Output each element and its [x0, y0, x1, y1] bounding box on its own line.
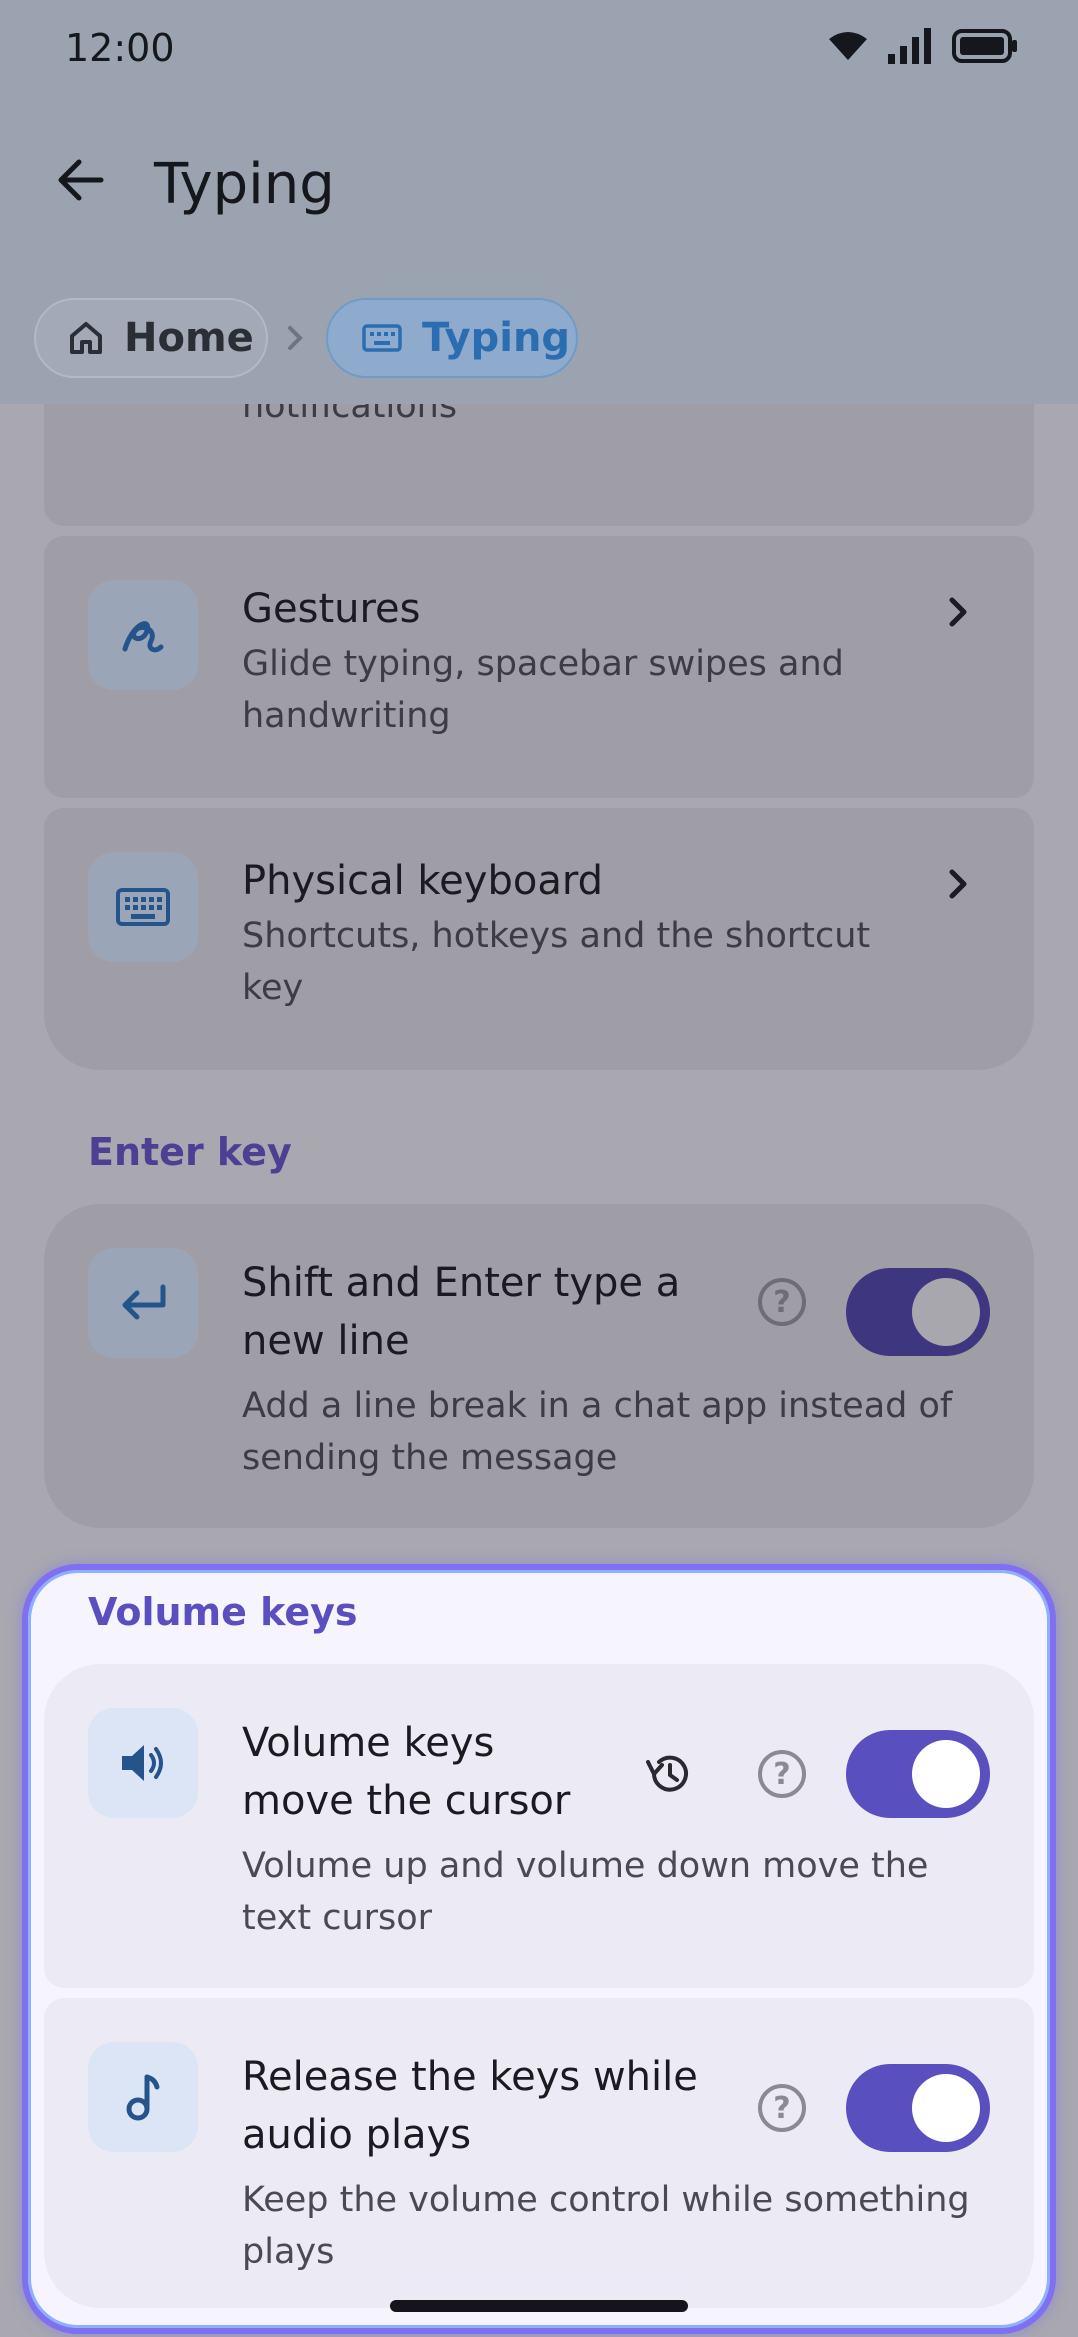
toggle-knob: [912, 2074, 980, 2142]
music-tile: [88, 2042, 198, 2152]
item-title: Shift and Enter type a new line: [242, 1260, 681, 1364]
item-description: Add a line break in a chat app instead o…: [242, 1386, 953, 1478]
volume-cursor-item[interactable]: Volume keys move the cursor Volume up an…: [44, 1664, 1034, 1988]
chevron-right-icon: [288, 326, 303, 350]
release-keys-toggle[interactable]: [846, 2064, 990, 2152]
item-description: Shortcuts, hotkeys and the shortcut key: [242, 916, 871, 1008]
item-description: Keep the volume control while something …: [242, 2180, 970, 2272]
help-icon[interactable]: ?: [758, 1750, 806, 1798]
breadcrumb-home-label: Home: [124, 315, 254, 361]
toggle-knob: [912, 1740, 980, 1808]
help-icon[interactable]: ?: [758, 1278, 806, 1326]
release-keys-item[interactable]: Release the keys while audio plays Keep …: [44, 1998, 1034, 2308]
breadcrumb-typing-label: Typing: [422, 315, 571, 361]
breadcrumb-home[interactable]: Home: [34, 298, 268, 378]
item-title: Gestures: [242, 586, 421, 632]
shift-enter-toggle[interactable]: [846, 1268, 990, 1356]
signal-icon: [888, 28, 931, 64]
battery-icon: [952, 29, 1017, 63]
item-title: Physical keyboard: [242, 858, 603, 904]
physical-keyboard-item[interactable]: Physical keyboard Shortcuts, hotkeys and…: [44, 808, 1034, 1070]
help-icon[interactable]: ?: [758, 2084, 806, 2132]
music-note-icon: [126, 2074, 160, 2121]
section-label-enter-key: Enter key: [88, 1130, 292, 1174]
wifi-icon: [829, 32, 867, 60]
return-arrow-icon: [122, 1284, 166, 1320]
gestures-item[interactable]: Gestures Glide typing, spacebar swipes a…: [44, 536, 1034, 798]
item-title: Release the keys while audio plays: [242, 2054, 698, 2158]
page-title: Typing: [154, 152, 335, 217]
status-time: 12:00: [65, 26, 175, 70]
section-label-volume-keys: Volume keys: [88, 1590, 358, 1634]
keyboard-icon: [116, 888, 170, 926]
back-button[interactable]: [50, 150, 110, 210]
keyboard-icon: [362, 324, 402, 352]
reset-history-icon[interactable]: [642, 1750, 692, 1798]
status-icons: [828, 28, 1018, 64]
item-description: Volume up and volume down move the text …: [242, 1846, 929, 1938]
chevron-right-icon: [949, 869, 967, 899]
home-icon: [70, 322, 102, 354]
volume-cursor-toggle[interactable]: [846, 1730, 990, 1818]
speaker-tile: [88, 1708, 198, 1818]
toggle-knob: [912, 1278, 980, 1346]
speaker-icon: [122, 1745, 163, 1781]
top-app-bar: 12:00 Typing Home Typing: [0, 0, 1078, 404]
gesture-tile: [88, 580, 198, 690]
gesture-squiggle-icon: [122, 621, 164, 653]
chevron-right-icon: [949, 597, 967, 627]
home-indicator: [390, 2300, 688, 2312]
item-description: Glide typing, spacebar swipes and handwr…: [242, 644, 844, 736]
keyboard-tile: [88, 852, 198, 962]
item-title: Volume keys move the cursor: [242, 1720, 571, 1824]
arrow-left-icon: [58, 159, 104, 201]
breadcrumb-typing[interactable]: Typing: [326, 298, 578, 378]
return-tile: [88, 1248, 198, 1358]
shift-enter-item[interactable]: Shift and Enter type a new line Add a li…: [44, 1204, 1034, 1528]
